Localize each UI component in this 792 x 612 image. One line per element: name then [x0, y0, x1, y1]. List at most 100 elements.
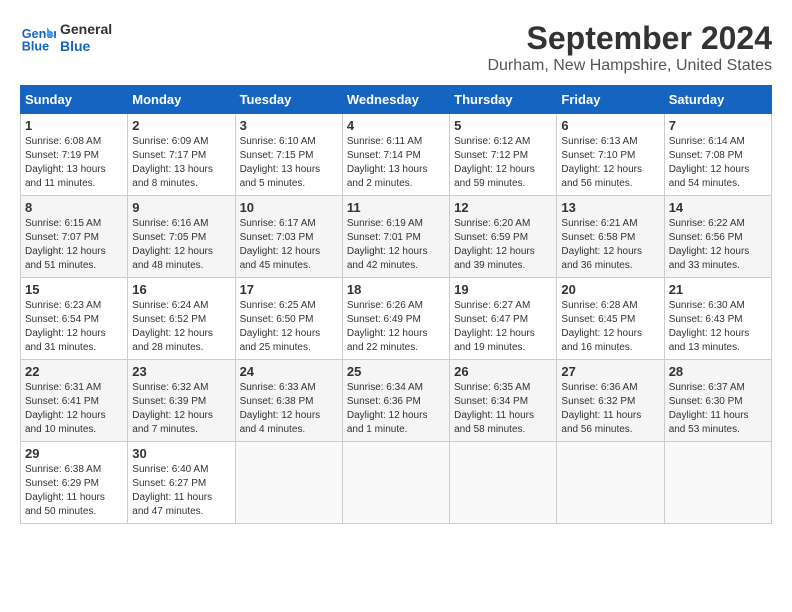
day-cell: 25Sunrise: 6:34 AMSunset: 6:36 PMDayligh… [342, 360, 449, 442]
day-info: Sunrise: 6:27 AMSunset: 6:47 PMDaylight:… [454, 299, 552, 355]
day-info: Sunrise: 6:14 AMSunset: 7:08 PMDaylight:… [669, 135, 767, 191]
day-cell: 15 Sunrise: 6:23 AMSunset: 6:54 PMDayligh… [21, 278, 128, 360]
day-info: Sunrise: 6:10 AMSunset: 7:15 PMDaylight:… [240, 135, 338, 191]
day-number: 26 [454, 364, 552, 379]
day-cell: 21 Sunrise: 6:30 AMSunset: 6:43 PMDayligh… [664, 278, 771, 360]
day-info: Sunrise: 6:20 AMSunset: 6:59 PMDaylight:… [454, 217, 552, 273]
day-cell: 10 Sunrise: 6:17 AMSunset: 7:03 PMDayligh… [235, 196, 342, 278]
weekday-header-tuesday: Tuesday [235, 86, 342, 114]
day-number: 13 [561, 200, 659, 215]
calendar-table: SundayMondayTuesdayWednesdayThursdayFrid… [20, 85, 772, 524]
day-cell: 9 Sunrise: 6:16 AMSunset: 7:05 PMDaylight… [128, 196, 235, 278]
day-number: 29 [25, 446, 123, 461]
day-info: Sunrise: 6:16 AMSunset: 7:05 PMDaylight:… [132, 217, 230, 273]
day-cell: 20 Sunrise: 6:28 AMSunset: 6:45 PMDayligh… [557, 278, 664, 360]
day-cell: 2 Sunrise: 6:09 AMSunset: 7:17 PMDaylight… [128, 114, 235, 196]
day-info: Sunrise: 6:40 AMSunset: 6:27 PMDaylight:… [132, 463, 230, 519]
day-info: Sunrise: 6:32 AMSunset: 6:39 PMDaylight:… [132, 381, 230, 437]
day-cell [235, 442, 342, 524]
month-title: September 2024 [487, 20, 772, 57]
day-cell [342, 442, 449, 524]
logo-line2: Blue [60, 38, 112, 55]
day-cell: 28Sunrise: 6:37 AMSunset: 6:30 PMDayligh… [664, 360, 771, 442]
header: General Blue General Blue September 2024… [20, 20, 772, 75]
day-number: 23 [132, 364, 230, 379]
day-number: 10 [240, 200, 338, 215]
day-info: Sunrise: 6:15 AMSunset: 7:07 PMDaylight:… [25, 217, 123, 273]
day-info: Sunrise: 6:35 AMSunset: 6:34 PMDaylight:… [454, 381, 552, 437]
day-cell: 23 Sunrise: 6:32 AMSunset: 6:39 PMDayligh… [128, 360, 235, 442]
day-info: Sunrise: 6:12 AMSunset: 7:12 PMDaylight:… [454, 135, 552, 191]
day-cell [664, 442, 771, 524]
day-cell: 19Sunrise: 6:27 AMSunset: 6:47 PMDayligh… [450, 278, 557, 360]
day-number: 1 [25, 118, 123, 133]
day-info: Sunrise: 6:22 AMSunset: 6:56 PMDaylight:… [669, 217, 767, 273]
day-info: Sunrise: 6:25 AMSunset: 6:50 PMDaylight:… [240, 299, 338, 355]
day-cell: 1 Sunrise: 6:08 AMSunset: 7:19 PMDaylight… [21, 114, 128, 196]
week-row-4: 22 Sunrise: 6:31 AMSunset: 6:41 PMDayligh… [21, 360, 772, 442]
day-info: Sunrise: 6:28 AMSunset: 6:45 PMDaylight:… [561, 299, 659, 355]
day-number: 15 [25, 282, 123, 297]
day-number: 24 [240, 364, 338, 379]
day-number: 7 [669, 118, 767, 133]
day-info: Sunrise: 6:09 AMSunset: 7:17 PMDaylight:… [132, 135, 230, 191]
day-cell: 11 Sunrise: 6:19 AMSunset: 7:01 PMDayligh… [342, 196, 449, 278]
week-row-5: 29 Sunrise: 6:38 AMSunset: 6:29 PMDayligh… [21, 442, 772, 524]
logo-line1: General [60, 21, 112, 38]
day-number: 6 [561, 118, 659, 133]
day-info: Sunrise: 6:36 AMSunset: 6:32 PMDaylight:… [561, 381, 659, 437]
day-info: Sunrise: 6:23 AMSunset: 6:54 PMDaylight:… [25, 299, 123, 355]
week-row-1: 1 Sunrise: 6:08 AMSunset: 7:19 PMDaylight… [21, 114, 772, 196]
day-number: 21 [669, 282, 767, 297]
weekday-header-sunday: Sunday [21, 86, 128, 114]
day-number: 2 [132, 118, 230, 133]
day-info: Sunrise: 6:24 AMSunset: 6:52 PMDaylight:… [132, 299, 230, 355]
day-number: 4 [347, 118, 445, 133]
day-info: Sunrise: 6:33 AMSunset: 6:38 PMDaylight:… [240, 381, 338, 437]
day-number: 3 [240, 118, 338, 133]
day-info: Sunrise: 6:38 AMSunset: 6:29 PMDaylight:… [25, 463, 123, 519]
day-cell: 4 Sunrise: 6:11 AMSunset: 7:14 PMDaylight… [342, 114, 449, 196]
day-info: Sunrise: 6:08 AMSunset: 7:19 PMDaylight:… [25, 135, 123, 191]
day-cell: 27 Sunrise: 6:36 AMSunset: 6:32 PMDayligh… [557, 360, 664, 442]
day-number: 5 [454, 118, 552, 133]
day-info: Sunrise: 6:21 AMSunset: 6:58 PMDaylight:… [561, 217, 659, 273]
day-number: 9 [132, 200, 230, 215]
svg-text:Blue: Blue [22, 40, 49, 54]
day-cell: 8Sunrise: 6:15 AMSunset: 7:07 PMDaylight… [21, 196, 128, 278]
day-number: 14 [669, 200, 767, 215]
day-number: 30 [132, 446, 230, 461]
day-cell: 22 Sunrise: 6:31 AMSunset: 6:41 PMDayligh… [21, 360, 128, 442]
day-cell: 18 Sunrise: 6:26 AMSunset: 6:49 PMDayligh… [342, 278, 449, 360]
day-cell: 3 Sunrise: 6:10 AMSunset: 7:15 PMDaylight… [235, 114, 342, 196]
weekday-header-wednesday: Wednesday [342, 86, 449, 114]
weekday-header-saturday: Saturday [664, 86, 771, 114]
day-info: Sunrise: 6:31 AMSunset: 6:41 PMDaylight:… [25, 381, 123, 437]
title-area: September 2024 Durham, New Hampshire, Un… [487, 20, 772, 75]
day-cell: 13 Sunrise: 6:21 AMSunset: 6:58 PMDayligh… [557, 196, 664, 278]
day-number: 27 [561, 364, 659, 379]
day-number: 22 [25, 364, 123, 379]
day-info: Sunrise: 6:17 AMSunset: 7:03 PMDaylight:… [240, 217, 338, 273]
day-cell: 24 Sunrise: 6:33 AMSunset: 6:38 PMDayligh… [235, 360, 342, 442]
day-cell: 6 Sunrise: 6:13 AMSunset: 7:10 PMDaylight… [557, 114, 664, 196]
day-number: 11 [347, 200, 445, 215]
day-info: Sunrise: 6:19 AMSunset: 7:01 PMDaylight:… [347, 217, 445, 273]
day-number: 18 [347, 282, 445, 297]
day-info: Sunrise: 6:11 AMSunset: 7:14 PMDaylight:… [347, 135, 445, 191]
weekday-header-monday: Monday [128, 86, 235, 114]
day-number: 20 [561, 282, 659, 297]
day-cell: 12Sunrise: 6:20 AMSunset: 6:59 PMDayligh… [450, 196, 557, 278]
weekday-header-thursday: Thursday [450, 86, 557, 114]
day-number: 16 [132, 282, 230, 297]
day-cell: 30 Sunrise: 6:40 AMSunset: 6:27 PMDayligh… [128, 442, 235, 524]
day-info: Sunrise: 6:34 AMSunset: 6:36 PMDaylight:… [347, 381, 445, 437]
day-cell [557, 442, 664, 524]
day-number: 28 [669, 364, 767, 379]
week-row-2: 8Sunrise: 6:15 AMSunset: 7:07 PMDaylight… [21, 196, 772, 278]
day-info: Sunrise: 6:13 AMSunset: 7:10 PMDaylight:… [561, 135, 659, 191]
week-row-3: 15 Sunrise: 6:23 AMSunset: 6:54 PMDayligh… [21, 278, 772, 360]
day-info: Sunrise: 6:30 AMSunset: 6:43 PMDaylight:… [669, 299, 767, 355]
day-cell: 29 Sunrise: 6:38 AMSunset: 6:29 PMDayligh… [21, 442, 128, 524]
day-info: Sunrise: 6:26 AMSunset: 6:49 PMDaylight:… [347, 299, 445, 355]
